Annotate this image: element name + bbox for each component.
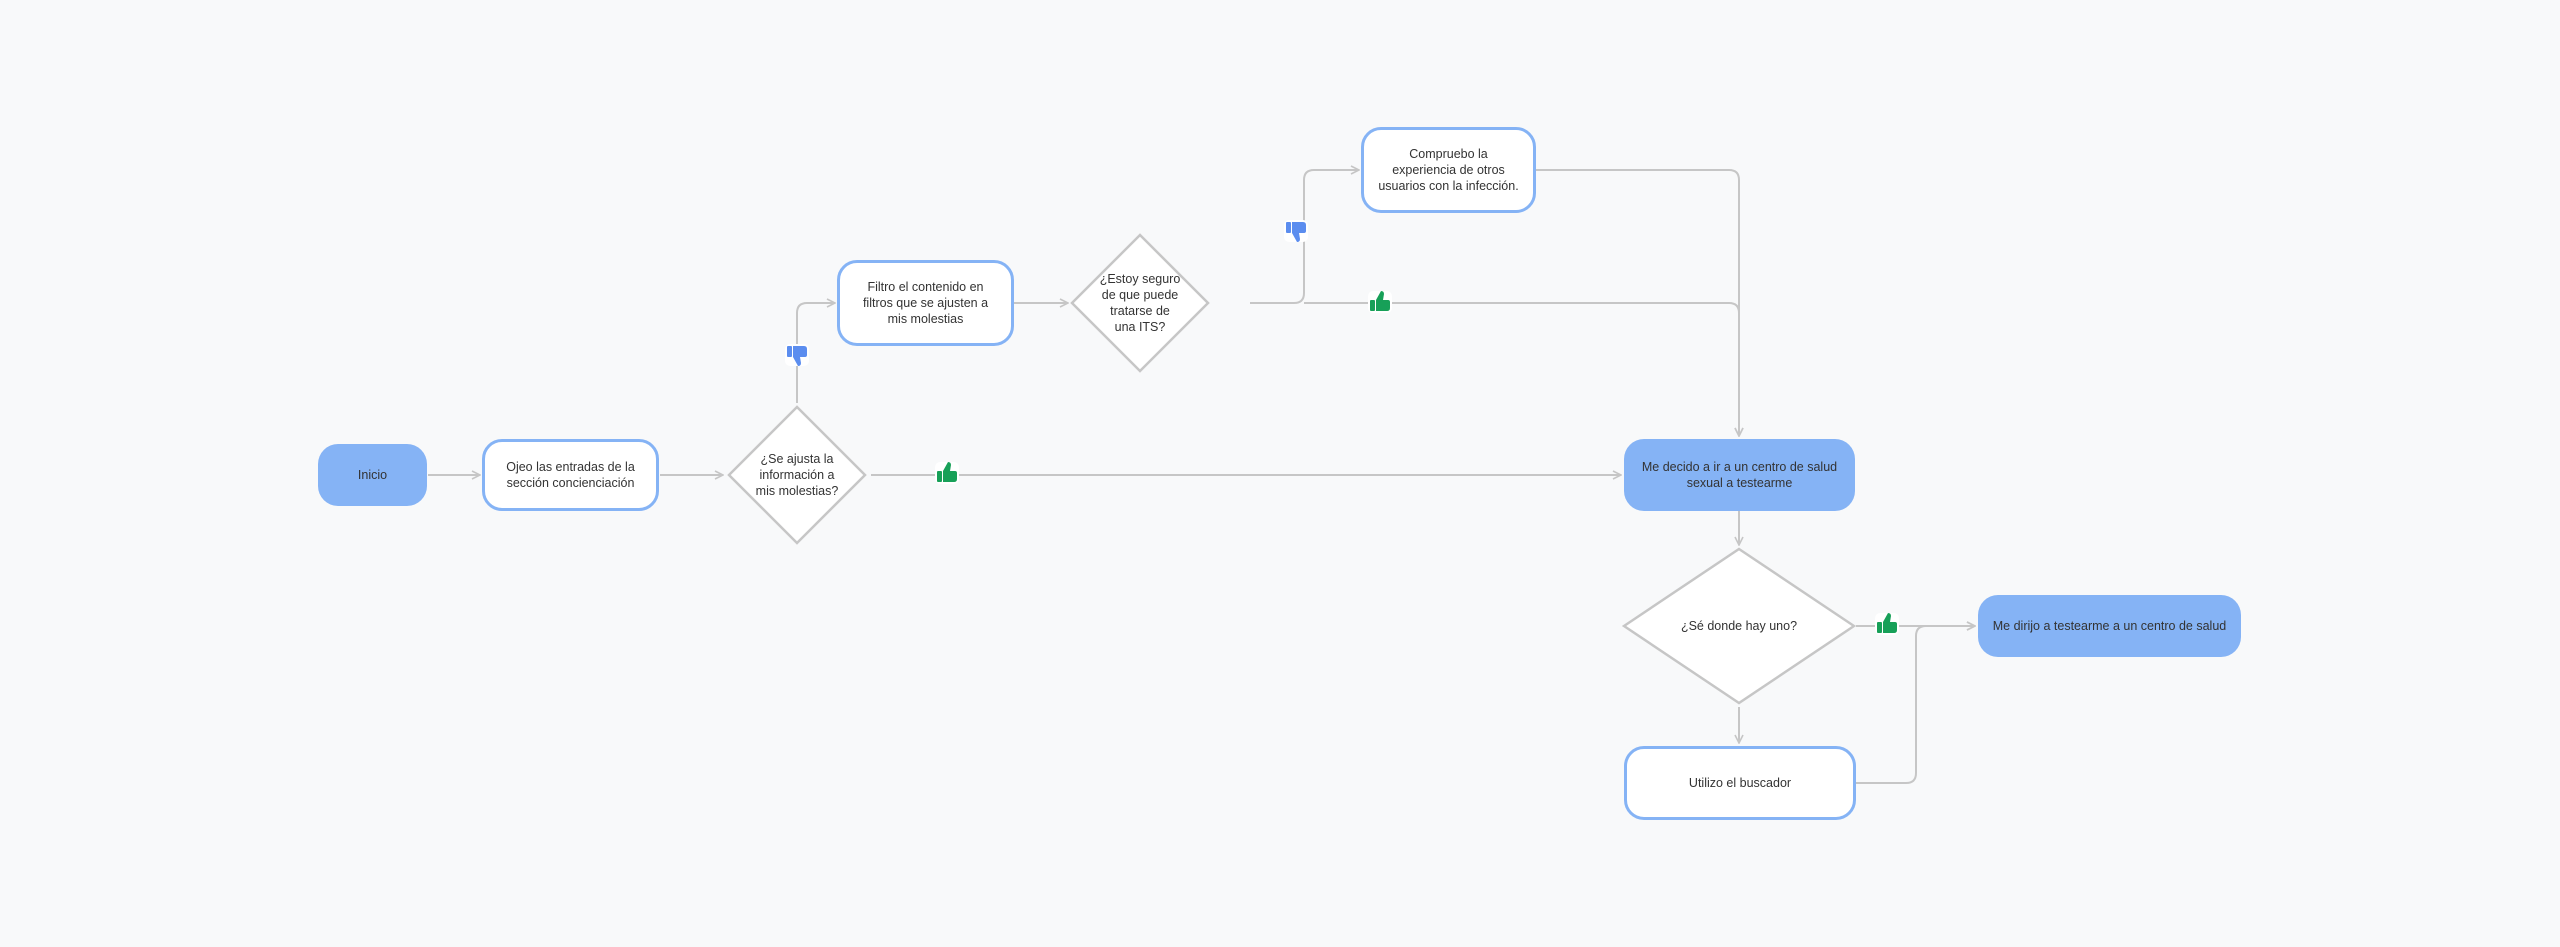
- edge-estoy-seguro-me-decido: [1304, 302, 1739, 436]
- node-utilizo[interactable]: Utilizo el buscador: [1624, 746, 1856, 820]
- node-utilizo-label: Utilizo el buscador: [1688, 776, 1792, 790]
- thumbs-down-icon: [785, 344, 809, 366]
- node-se-ajusta[interactable]: ¿Se ajusta la información a mis molestia…: [727, 405, 867, 545]
- thumbs-up-icon: [1875, 613, 1899, 635]
- node-compruebo[interactable]: Compruebo la experiencia de otros usuari…: [1361, 127, 1536, 213]
- edge-utilizo-me-dirijo: [1856, 626, 1975, 784]
- node-me-decido-label: Me decido a ir a un centro de salud sexu…: [1641, 460, 1838, 490]
- node-me-dirijo-label: Me dirijo a testearme a un centro de sal…: [1992, 619, 2227, 633]
- node-me-dirijo[interactable]: Me dirijo a testearme a un centro de sal…: [1978, 595, 2241, 657]
- node-se-donde[interactable]: ¿Sé donde hay uno?: [1622, 547, 1856, 705]
- node-me-decido[interactable]: Me decido a ir a un centro de salud sexu…: [1624, 439, 1855, 511]
- node-inicio[interactable]: Inicio: [318, 444, 427, 506]
- node-ojeo[interactable]: Ojeo las entradas de la sección concienc…: [482, 439, 659, 511]
- node-estoy-seguro[interactable]: ¿Estoy seguro de que puede tratarse de u…: [1070, 233, 1210, 373]
- node-se-donde-label: ¿Sé donde hay uno?: [1680, 619, 1798, 633]
- node-filtro[interactable]: Filtro el contenido en filtros que se aj…: [837, 260, 1014, 346]
- node-se-ajusta-label: ¿Se ajusta la información a mis molestia…: [755, 452, 839, 498]
- node-inicio-label: Inicio: [357, 468, 388, 482]
- node-estoy-seguro-label: ¿Estoy seguro de que puede tratarse de u…: [1099, 272, 1181, 334]
- node-ojeo-label: Ojeo las entradas de la sección concienc…: [506, 460, 635, 490]
- node-filtro-label: Filtro el contenido en filtros que se aj…: [862, 280, 989, 326]
- node-compruebo-label: Compruebo la experiencia de otros usuari…: [1378, 147, 1519, 193]
- thumbs-up-icon: [935, 462, 959, 484]
- flowchart-canvas: Inicio Ojeo las entradas de la sección c…: [0, 0, 2560, 947]
- thumbs-down-icon: [1284, 220, 1308, 242]
- thumbs-up-icon: [1368, 291, 1392, 313]
